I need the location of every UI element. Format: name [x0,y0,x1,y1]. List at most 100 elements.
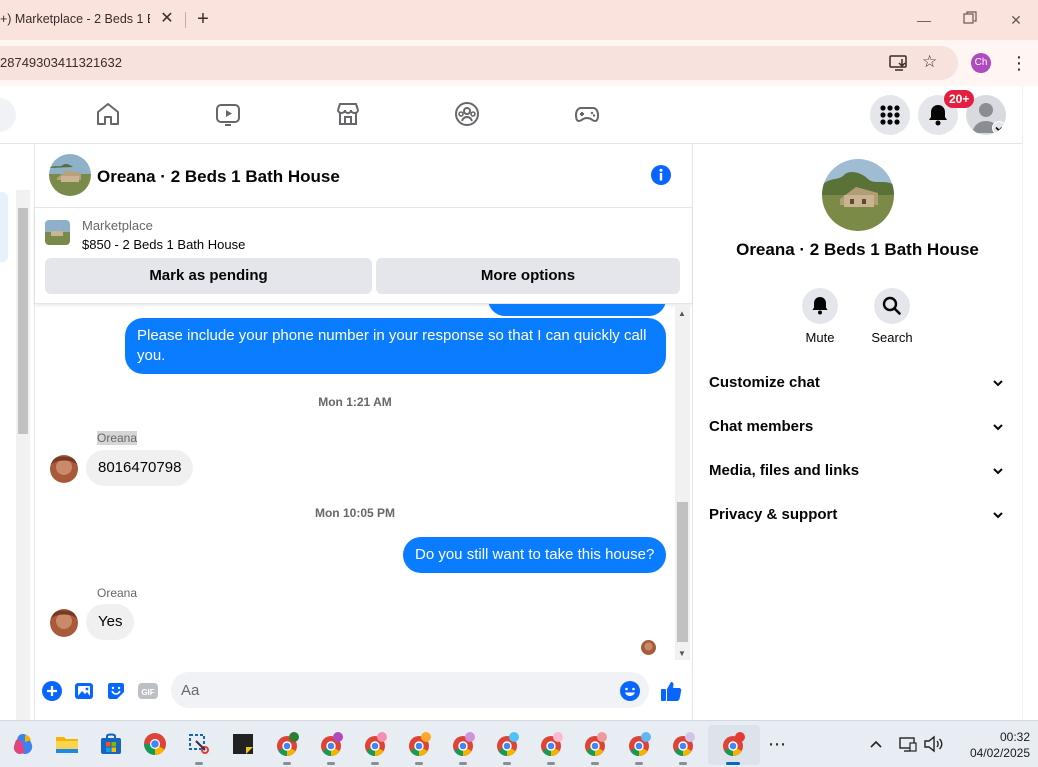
section-label: Customize chat [709,374,820,391]
listing-title[interactable]: $850 - 2 Beds 1 Bath House [82,237,245,252]
message-out[interactable]: Do you still want to take this house? [403,537,667,573]
marketplace-icon[interactable] [334,100,362,128]
scroll-up-arrow-icon[interactable]: ▲ [678,309,686,318]
emoji-icon[interactable] [619,680,641,702]
svg-text:GIF: GIF [141,688,154,697]
clock-time: 00:32 [999,730,1030,744]
message-out-cutoff [488,304,666,316]
running-indicator [415,762,423,765]
photo-icon[interactable] [73,680,95,702]
chrome-profile-icon[interactable] [670,731,696,757]
snipping-tool-icon[interactable] [186,731,212,757]
chrome-profile-icon[interactable] [450,731,476,757]
bell-icon [812,297,828,315]
message-in[interactable]: 8016470798 [86,450,194,486]
mute-label: Mute [805,330,835,345]
left-scrollbar-thumb[interactable] [18,208,28,434]
chrome-profile-icon[interactable] [362,731,388,757]
search-button[interactable] [874,288,910,324]
minimize-icon[interactable]: — [914,10,934,30]
mute-button[interactable] [802,288,838,324]
groups-icon[interactable] [453,100,481,128]
url-text: 28749303411321632 [0,55,122,70]
chrome-icon[interactable] [142,731,168,757]
bookmark-star-icon[interactable]: ☆ [922,53,940,71]
section-privacy-support[interactable]: Privacy & support [701,494,1013,538]
more-options-button[interactable]: More options [376,258,680,294]
close-window-icon[interactable]: ✕ [1006,10,1026,30]
profile-avatar[interactable]: Ch [971,53,991,73]
chevron-down-icon [991,508,1005,522]
section-media-files-links[interactable]: Media, files and links [701,450,1013,494]
fb-search-box[interactable] [0,98,16,132]
plus-icon[interactable] [41,680,63,702]
browser-menu-icon[interactable]: ⋮ [1010,53,1028,73]
chat-header: Oreana · 2 Beds 1 Bath House [35,144,692,208]
chrome-profile-icon[interactable] [318,731,344,757]
chrome-profile-icon[interactable] [582,731,608,757]
tray-chevron-up-icon[interactable] [866,731,886,757]
network-icon[interactable] [898,731,918,757]
sender-avatar[interactable] [50,609,78,637]
search-icon [882,296,901,315]
message-out[interactable]: Please include your phone number in your… [125,318,666,374]
sticker-icon[interactable] [105,680,127,702]
clock-date: 04/02/2025 [969,746,1030,760]
chrome-profile-icon[interactable] [494,731,520,757]
running-indicator [459,762,467,765]
scroll-down-arrow-icon[interactable]: ▼ [678,649,686,658]
chrome-profile-icon[interactable] [538,731,564,757]
restore-icon[interactable] [960,10,980,30]
mute-action[interactable]: Mute [790,288,850,345]
notification-badge: 20+ [944,90,975,108]
chrome-profile-icon[interactable] [406,731,432,757]
conversation-avatar[interactable] [822,159,894,231]
browser-tab[interactable]: +) Marketplace - 2 Beds 1 Bath House ✕ [0,0,184,40]
install-app-icon[interactable] [889,54,909,72]
message-input[interactable] [171,672,649,708]
new-tab-button[interactable]: + [192,9,214,31]
section-customize-chat[interactable]: Customize chat [701,362,1013,406]
section-chat-members[interactable]: Chat members [701,406,1013,450]
message-in[interactable]: Yes [86,604,135,640]
timestamp: Mon 1:21 AM [318,395,392,409]
clock[interactable]: 00:32 04/02/2025 [950,729,1030,761]
running-indicator [547,762,555,765]
home-icon[interactable] [94,100,122,128]
sender-avatar[interactable] [50,455,78,483]
listing-thumbnail[interactable] [45,220,70,245]
message-composer: GIF [35,660,692,720]
tab-title: +) Marketplace - 2 Beds 1 Bath House [0,12,150,26]
search-action[interactable]: Search [862,288,922,345]
info-icon[interactable] [650,164,672,186]
menu-grid-button[interactable] [870,95,910,135]
chrome-profile-icon[interactable] [274,731,300,757]
message-list: Please include your phone number in your… [35,304,692,660]
volume-icon[interactable] [922,731,944,757]
like-thumb-icon[interactable] [659,679,682,701]
chrome-profile-icon-active[interactable] [720,731,746,757]
running-indicator [195,762,203,765]
page-scrollbar[interactable] [1022,86,1038,720]
mark-as-pending-button[interactable]: Mark as pending [45,258,372,294]
tab-close-icon[interactable]: ✕ [158,10,176,28]
chrome-profile-icon[interactable] [626,731,652,757]
more-apps-icon[interactable]: ⋯ [764,731,790,757]
chevron-down-icon [991,376,1005,390]
sender-name: Oreana [97,431,138,445]
sticky-notes-icon[interactable] [230,731,256,757]
watch-icon[interactable] [214,100,242,128]
gif-icon[interactable]: GIF [137,680,159,702]
address-bar[interactable]: 28749303411321632 ☆ [0,46,958,80]
store-icon[interactable] [98,731,124,757]
chat-avatar[interactable] [49,154,91,196]
running-indicator [679,762,687,765]
chat-title[interactable]: Oreana · 2 Beds 1 Bath House [97,167,340,187]
chat-scrollbar-thumb[interactable] [677,502,688,642]
file-explorer-icon[interactable] [54,731,80,757]
copilot-icon[interactable] [10,731,36,757]
running-indicator [635,762,643,765]
section-label: Chat members [709,418,814,435]
facebook-nav-bar [0,86,1022,144]
gaming-icon[interactable] [573,100,601,128]
